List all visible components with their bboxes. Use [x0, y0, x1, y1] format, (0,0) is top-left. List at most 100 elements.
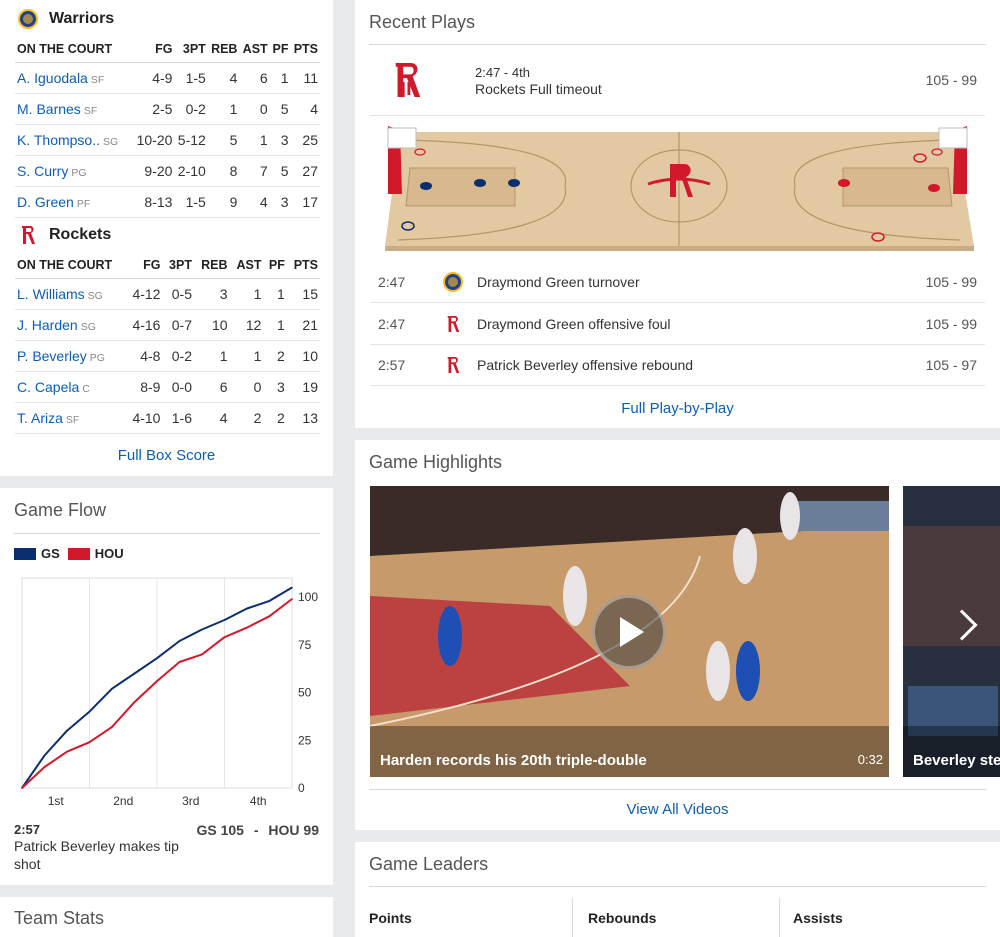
col-header: PF	[269, 36, 291, 63]
player-position: PG	[89, 351, 105, 364]
player-name-cell: T. Ariza SF	[15, 402, 125, 434]
player-link[interactable]: S. Curry	[17, 163, 68, 179]
stat-fg: 2-5	[133, 93, 175, 125]
data-point-gs	[201, 628, 203, 631]
view-all-videos-link[interactable]: View All Videos	[355, 801, 1000, 818]
stat-reb: 10	[193, 309, 230, 341]
player-link[interactable]: A. Iguodala	[17, 70, 88, 86]
player-dot-gs	[508, 179, 520, 187]
warriors-name: Warriors	[49, 10, 115, 27]
player-link[interactable]: P. Beverley	[17, 348, 87, 364]
full-box-score-link[interactable]: Full Box Score	[0, 447, 333, 464]
stat-pf: 2	[263, 402, 287, 434]
data-point-gs	[43, 754, 46, 757]
court-apron	[385, 246, 974, 251]
player-link[interactable]: K. Thompso..	[17, 132, 100, 148]
stat-pf: 2	[263, 340, 287, 372]
player-figure	[563, 566, 587, 626]
tab-points[interactable]: Points	[369, 898, 573, 937]
score-hou: HOU 99	[268, 822, 319, 838]
stat-pts: 15	[286, 278, 320, 310]
stat-tp: 0-5	[162, 278, 194, 310]
stat-pts: 10	[286, 340, 320, 372]
player-name-cell: K. Thompso.. SG	[15, 124, 133, 156]
stat-ast: 2	[229, 402, 264, 434]
player-name-cell: P. Beverley PG	[15, 340, 125, 372]
player-name-cell: L. Williams SG	[15, 278, 125, 310]
legend-swatch-hou	[67, 547, 90, 560]
highlights-title: Game Highlights	[369, 452, 503, 472]
play-time: 2:47	[378, 274, 406, 290]
hoop-left-glass	[387, 127, 417, 149]
stat-fg: 4-10	[125, 402, 163, 434]
data-point-hou	[291, 598, 293, 600]
player-row: A. Iguodala SF 4-9 1-5 4 6 1 11	[15, 62, 320, 94]
stat-fg: 9-20	[133, 155, 175, 187]
stat-pf: 1	[269, 62, 291, 94]
stat-reb: 9	[207, 186, 240, 218]
tab-assists[interactable]: Assists	[780, 898, 986, 937]
video-thumbnail[interactable]: Harden records his 20th triple-double 0:…	[370, 486, 889, 777]
data-point-hou	[21, 787, 23, 789]
play-desc: Draymond Green turnover	[477, 274, 640, 290]
data-point-hou	[133, 701, 136, 703]
video-thumbnail-next[interactable]: Beverley stea	[903, 486, 1000, 777]
stat-pf: 1	[263, 309, 287, 341]
player-position: SF	[65, 413, 80, 426]
featured-play-time: 2:47 - 4th	[475, 65, 530, 80]
data-point-hou	[178, 661, 181, 663]
col-header: FG	[133, 36, 175, 63]
player-row: S. Curry PG 9-20 2-10 8 7 5 27	[15, 155, 320, 187]
player-row: K. Thompso.. SG 10-20 5-12 5 1 3 25	[15, 124, 320, 156]
video-scene	[903, 486, 1000, 777]
stat-tp: 5-12	[174, 124, 208, 156]
player-link[interactable]: L. Williams	[17, 286, 85, 302]
data-point-hou	[246, 626, 248, 629]
player-link[interactable]: D. Green	[17, 194, 74, 210]
data-point-hou	[111, 726, 113, 728]
stat-reb: 4	[207, 62, 240, 94]
col-header: ON THE COURT	[15, 252, 125, 279]
player-link[interactable]: J. Harden	[17, 317, 78, 333]
player-link[interactable]: C. Capela	[17, 379, 79, 395]
player-link[interactable]: M. Barnes	[17, 101, 81, 117]
play-time: 2:57	[378, 357, 406, 373]
col-header: REB	[193, 252, 230, 279]
play-score: 105 - 99	[925, 315, 977, 332]
flow-score: GS 105 - HOU 99	[196, 822, 319, 838]
player-figure	[780, 492, 800, 540]
play-button[interactable]	[592, 595, 666, 669]
player-link[interactable]: T. Ariza	[17, 410, 63, 426]
stat-pts: 21	[286, 309, 320, 341]
y-tick-label: 25	[298, 733, 312, 747]
col-header: 3PT	[174, 36, 208, 63]
featured-play: 2:47 - 4th Rockets Full timeout 105 - 99	[370, 45, 985, 116]
player-dot-gs	[420, 182, 432, 190]
stat-fg: 4-16	[125, 309, 163, 341]
player-figure	[733, 528, 757, 584]
play-row: 2:47 Draymond Green turnover 105 - 99	[370, 262, 985, 303]
stat-pf: 5	[269, 155, 291, 187]
stat-pf: 3	[269, 186, 291, 218]
play-time: 2:47	[378, 315, 406, 332]
featured-play-desc: Rockets Full timeout	[475, 81, 602, 97]
stat-ast: 1	[229, 278, 264, 310]
player-name-cell: J. Harden SG	[15, 309, 125, 341]
rockets-logo-icon	[17, 224, 39, 246]
full-play-by-play-link[interactable]: Full Play-by-Play	[355, 400, 1000, 417]
rockets-logo-icon	[447, 357, 459, 373]
player-figure	[706, 641, 730, 701]
stat-ast: 4	[239, 186, 270, 218]
data-point-gs	[156, 657, 158, 659]
player-position: SG	[87, 289, 103, 302]
data-point-hou	[223, 636, 226, 638]
player-dot-gs	[474, 179, 486, 187]
tab-rebounds[interactable]: Rebounds	[573, 898, 780, 937]
stat-reb: 4	[193, 402, 230, 434]
stat-tp: 0-7	[162, 309, 194, 341]
stat-pf: 3	[263, 371, 287, 403]
player-name-cell: S. Curry PG	[15, 155, 133, 187]
stat-pts: 11	[290, 62, 320, 94]
stat-ast: 1	[239, 124, 270, 156]
stat-tp: 1-5	[174, 62, 208, 94]
